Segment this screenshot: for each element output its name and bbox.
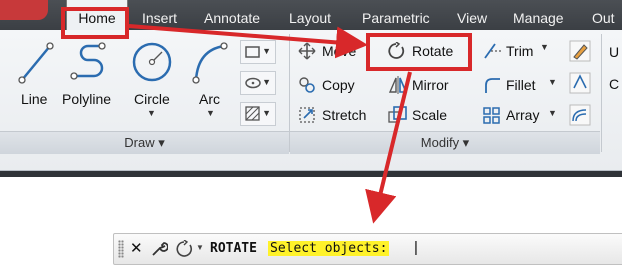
circle-icon[interactable] bbox=[130, 38, 174, 86]
overflow-tool-u[interactable]: U bbox=[609, 44, 619, 60]
tab-manage[interactable]: Manage bbox=[513, 0, 564, 30]
ribbon-home: Line Polyline Circle ▼ Arc ▼ ▼ ▼ ▼ Draw … bbox=[0, 30, 622, 171]
arc-dropdown-arrow[interactable]: ▼ bbox=[206, 108, 215, 118]
circle-dropdown-arrow[interactable]: ▼ bbox=[147, 108, 156, 118]
arc-button-label[interactable]: Arc bbox=[199, 91, 220, 107]
rotate-button-highlight bbox=[366, 33, 472, 71]
recent-commands-arrow[interactable]: ▼ bbox=[196, 243, 204, 252]
array-dropdown-arrow[interactable]: ▼ bbox=[548, 108, 557, 118]
ellipse-dropdown[interactable]: ▼ bbox=[240, 71, 276, 95]
command-name: ROTATE bbox=[210, 241, 257, 256]
copy-button[interactable]: Copy bbox=[298, 73, 368, 97]
chevron-down-icon: ▼ bbox=[262, 108, 271, 118]
hatch-dropdown[interactable]: ▼ bbox=[240, 102, 276, 126]
offset-icon[interactable] bbox=[569, 104, 591, 126]
circle-button-label[interactable]: Circle bbox=[134, 91, 170, 107]
move-button[interactable]: Move bbox=[298, 39, 368, 63]
drag-handle[interactable] bbox=[118, 240, 124, 258]
command-prompt: Select objects: bbox=[268, 241, 390, 256]
modify-panel-title[interactable]: Modify ▾ bbox=[290, 131, 600, 154]
line-icon[interactable] bbox=[16, 40, 56, 86]
fillet-dropdown-arrow[interactable]: ▼ bbox=[548, 77, 557, 87]
overflow-tool-c[interactable]: C bbox=[609, 76, 619, 92]
trim-button[interactable]: Trim bbox=[482, 39, 562, 63]
hatch-icon bbox=[245, 106, 260, 121]
scale-button[interactable]: Scale bbox=[388, 103, 468, 127]
tab-insert[interactable]: Insert bbox=[142, 0, 177, 30]
home-tab-highlight bbox=[61, 7, 129, 39]
fillet-icon bbox=[485, 78, 500, 93]
stretch-button[interactable]: Stretch bbox=[298, 103, 378, 127]
ellipse-icon bbox=[245, 77, 261, 89]
polyline-icon[interactable] bbox=[64, 40, 110, 86]
trim-dropdown-arrow[interactable]: ▼ bbox=[540, 42, 549, 52]
rotate-icon[interactable] bbox=[176, 240, 194, 258]
move-icon bbox=[298, 42, 316, 60]
trim-icon bbox=[484, 43, 501, 59]
close-icon[interactable]: ✕ bbox=[130, 239, 143, 257]
tab-annotate[interactable]: Annotate bbox=[204, 0, 260, 30]
tab-view[interactable]: View bbox=[457, 0, 487, 30]
draw-panel-title[interactable]: Draw ▾ bbox=[0, 131, 289, 154]
command-line[interactable]: ✕ ▼ ROTATE Select objects: | bbox=[113, 233, 622, 265]
rectangle-dropdown[interactable]: ▼ bbox=[240, 40, 276, 64]
copy-icon bbox=[299, 77, 315, 93]
tab-layout[interactable]: Layout bbox=[289, 0, 331, 30]
autocad-window: Home Insert Annotate Layout Parametric V… bbox=[0, 0, 622, 273]
explode-icon[interactable] bbox=[569, 72, 591, 94]
drawing-area-border bbox=[0, 171, 622, 177]
panel-divider bbox=[601, 34, 602, 152]
array-icon bbox=[483, 107, 500, 124]
application-menu-button[interactable] bbox=[0, 0, 48, 20]
scale-icon bbox=[388, 106, 407, 123]
line-button-label[interactable]: Line bbox=[21, 91, 47, 107]
erase-icon[interactable] bbox=[569, 40, 591, 62]
chevron-down-icon: ▼ bbox=[262, 77, 271, 87]
stretch-icon bbox=[299, 107, 315, 123]
wrench-icon[interactable] bbox=[150, 240, 168, 258]
polyline-button-label[interactable]: Polyline bbox=[62, 91, 111, 107]
arc-icon[interactable] bbox=[190, 40, 230, 86]
mirror-icon bbox=[388, 76, 408, 94]
mirror-button[interactable]: Mirror bbox=[388, 73, 468, 97]
text-cursor[interactable]: | bbox=[414, 239, 418, 256]
tab-output[interactable]: Out bbox=[592, 0, 615, 30]
chevron-down-icon: ▼ bbox=[262, 46, 271, 56]
rectangle-icon bbox=[245, 46, 260, 58]
tab-parametric[interactable]: Parametric bbox=[362, 0, 430, 30]
